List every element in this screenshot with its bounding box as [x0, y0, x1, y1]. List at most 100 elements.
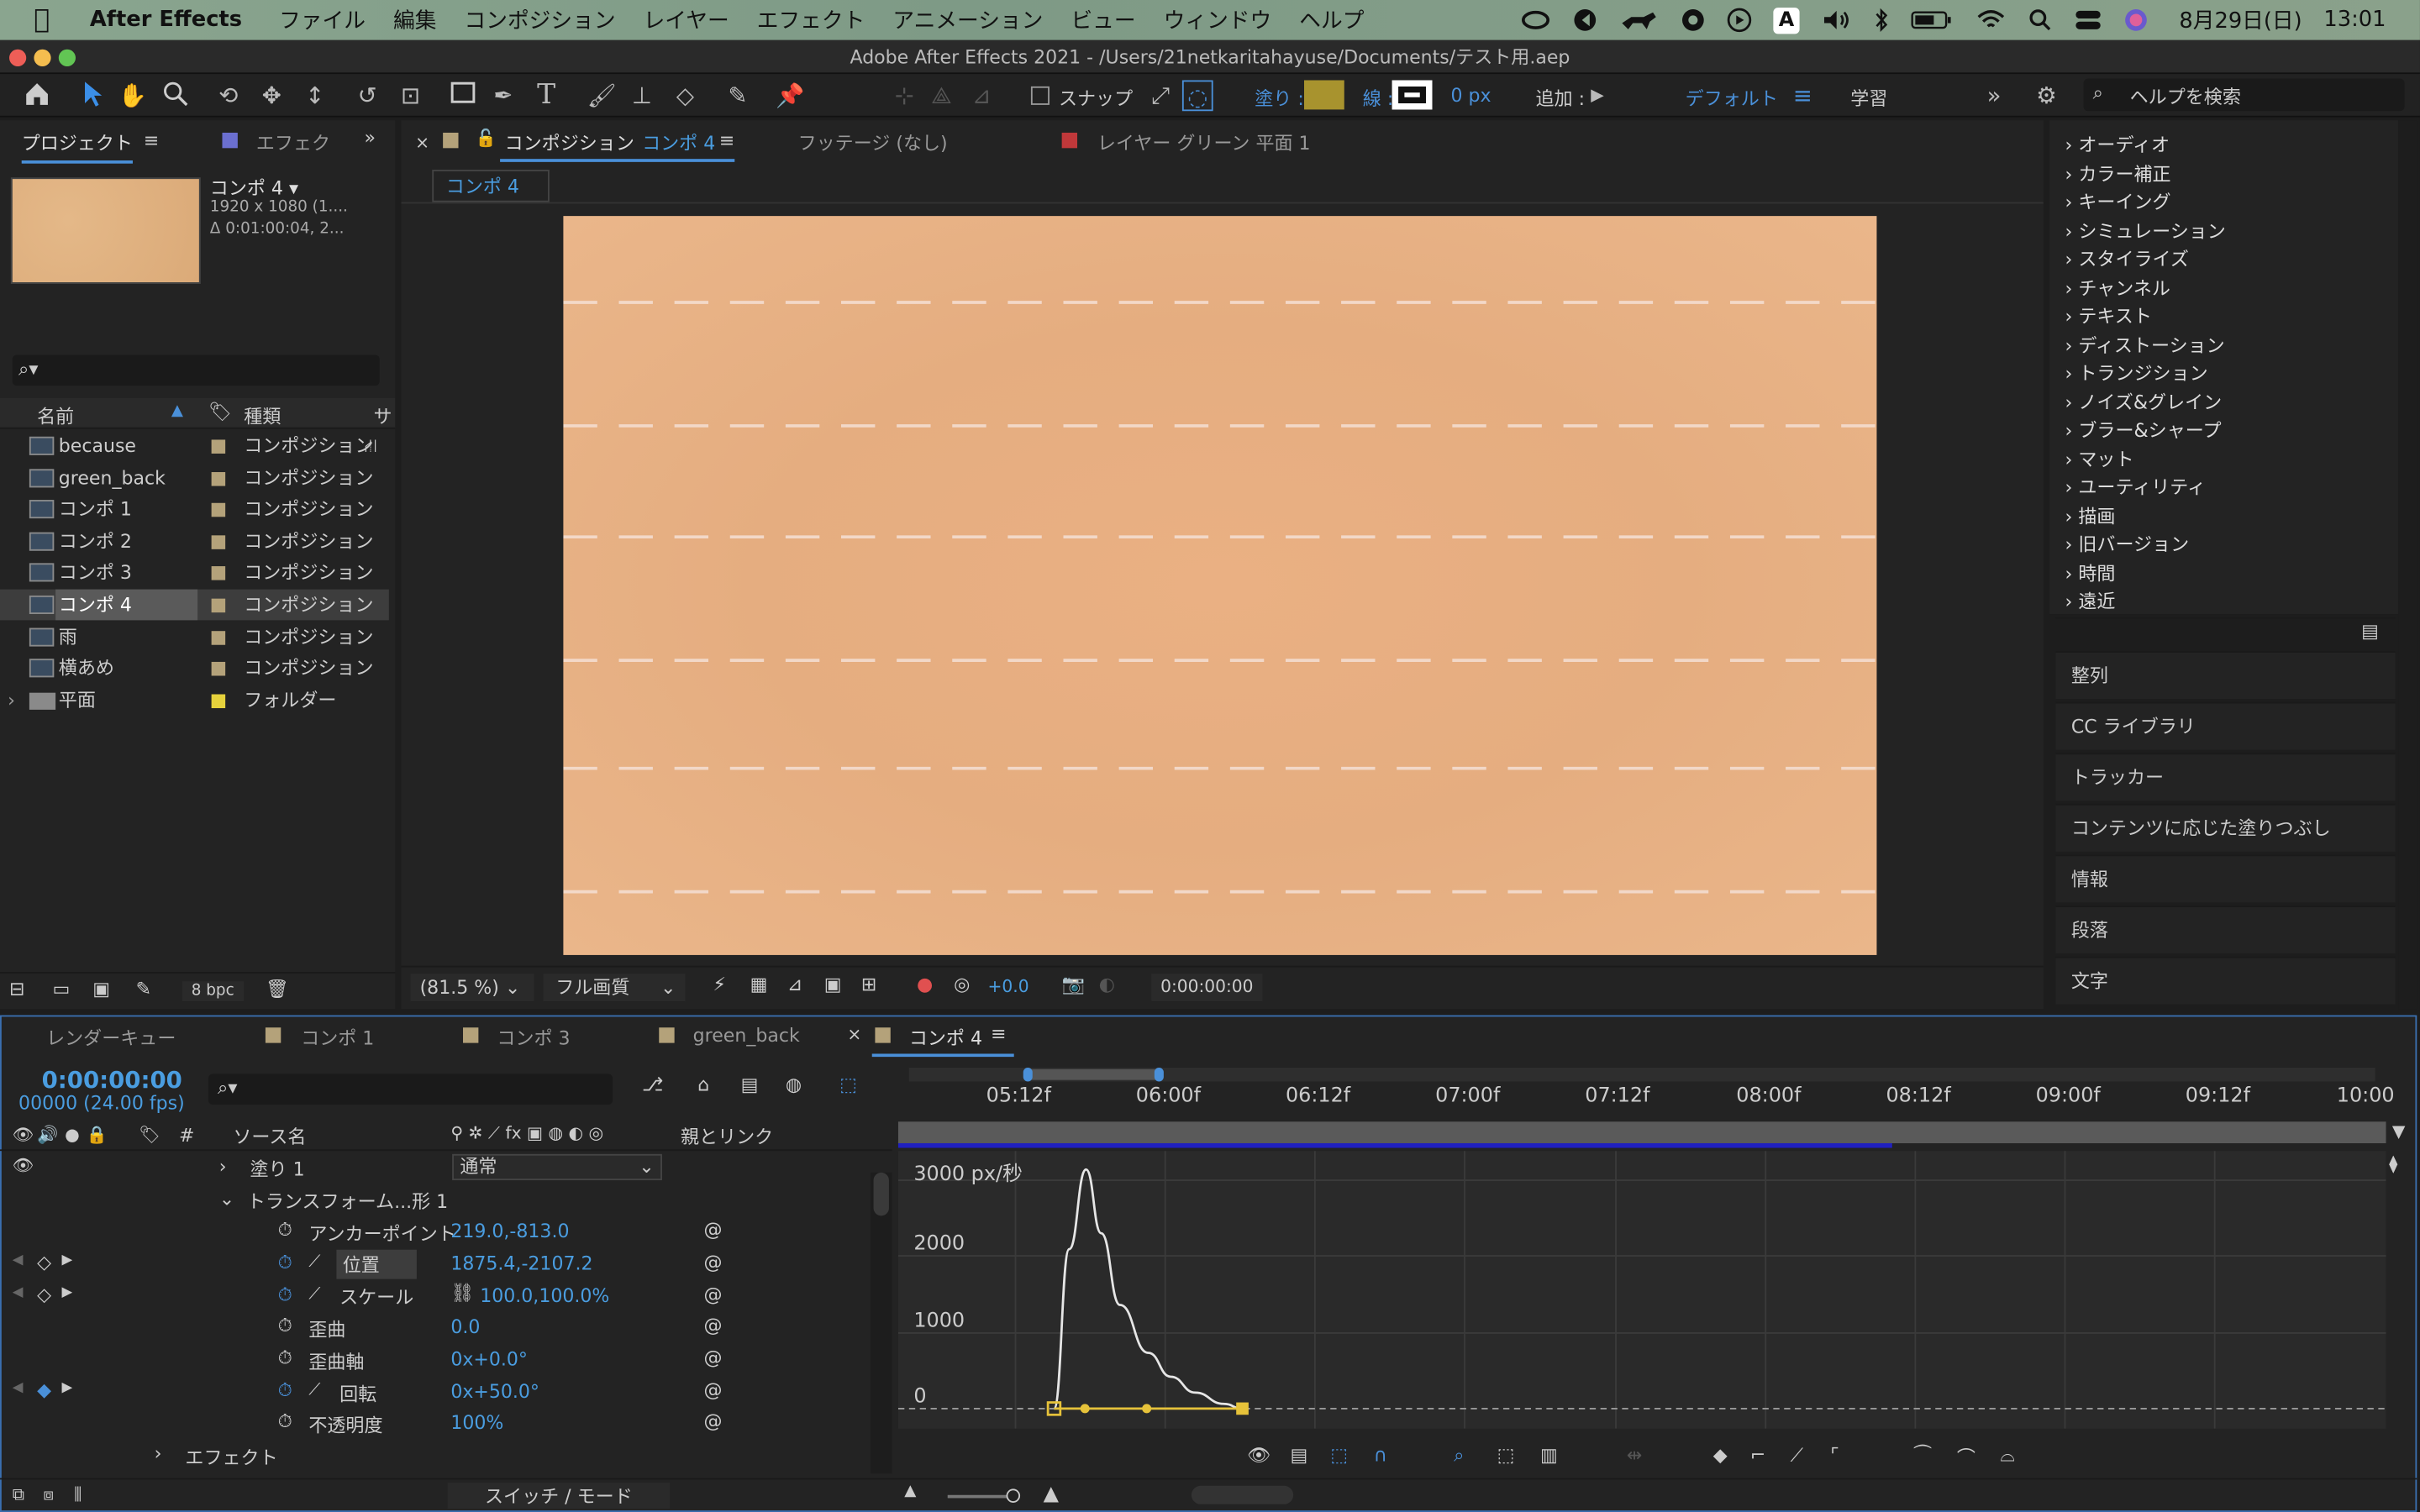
prev-keyframe-icon[interactable]: ◀ [13, 1252, 24, 1268]
exposure-value[interactable]: +0.0 [987, 977, 1028, 997]
spotlight-search-icon[interactable] [2028, 8, 2052, 32]
disclosure-triangle-icon[interactable]: › [219, 1156, 227, 1178]
mask-feather-icon[interactable]: ◌ [1181, 80, 1213, 112]
fit-selection-icon[interactable]: ⬚ [1497, 1444, 1515, 1466]
current-time-display[interactable]: 0:00:00:00 [42, 1066, 182, 1094]
stopwatch-active-icon[interactable]: ⏱ [278, 1379, 292, 1403]
col-name[interactable]: 名前 [37, 402, 74, 428]
graph-editor-icon[interactable]: ⬚ [839, 1074, 857, 1095]
project-search-input[interactable]: ⌕▾ [12, 354, 380, 386]
solo-switch-icon[interactable]: ● [65, 1125, 80, 1145]
expand-panel-icon[interactable]: » [364, 127, 375, 149]
project-item[interactable]: コンポ 2 コンポジション [0, 526, 389, 557]
pickwhip-icon[interactable]: @ [704, 1315, 723, 1336]
menubar-date[interactable]: 8月29日(日) [2179, 5, 2302, 36]
panel-content-aware-fill[interactable]: コンテンツに応じた塗りつぶし [2055, 803, 2396, 852]
dolly-camera-tool-icon[interactable]: ↕ [299, 81, 330, 112]
keyframe-end[interactable] [1236, 1402, 1249, 1415]
close-tab-icon[interactable]: × [847, 1025, 861, 1045]
property-value[interactable]: 1875.4,-2107.2 [450, 1252, 592, 1274]
panel-info[interactable]: 情報 [2055, 854, 2396, 903]
col-source-name[interactable]: ソース名 [233, 1123, 306, 1149]
fast-preview-icon[interactable]: ⚡ [713, 974, 726, 995]
new-preset-icon[interactable]: ▤ [2361, 620, 2379, 642]
disclosure-open-icon[interactable]: ⌄ [219, 1188, 234, 1210]
selection-tool-icon[interactable] [77, 81, 108, 112]
graph-options-icon[interactable]: ▤ [1290, 1444, 1307, 1466]
type-tool-icon[interactable]: T [531, 80, 562, 112]
play-circle-icon[interactable] [1727, 8, 1752, 33]
disclosure-triangle-icon[interactable]: › [8, 685, 15, 716]
close-window-button[interactable] [9, 49, 27, 66]
project-settings-icon[interactable]: ✎ [136, 978, 151, 1000]
linear-keyframe-icon[interactable]: ⟋ [1791, 1444, 1803, 1467]
rewind-icon[interactable] [1573, 8, 1597, 32]
menu-item-edit[interactable]: 編集 [393, 5, 436, 36]
hand-tool-icon[interactable]: ✋ [118, 81, 149, 112]
frame-blending-icon[interactable]: ▤ [741, 1074, 759, 1095]
eraser-tool-icon[interactable]: ◇ [670, 81, 701, 112]
menu-item-effect[interactable]: エフェクト [757, 5, 865, 36]
graph-toggle-icon[interactable]: ⟋ [308, 1379, 320, 1401]
stroke-width-value[interactable]: 0 px [1450, 85, 1491, 107]
time-navigator-thumb[interactable] [1191, 1485, 1294, 1504]
pan-camera-tool-icon[interactable]: ✥ [256, 81, 287, 112]
zoom-out-icon[interactable]: ▲ [904, 1483, 916, 1499]
col-type[interactable]: 種類 [244, 402, 281, 428]
prev-keyframe-icon[interactable]: ◀ [13, 1381, 24, 1396]
battery-icon[interactable] [1911, 9, 1954, 31]
panel-character[interactable]: 文字 [2055, 956, 2396, 1005]
easy-ease-icon[interactable]: ⏜ [1914, 1444, 1932, 1467]
comp-breadcrumb[interactable]: コンポ 4 [432, 170, 550, 202]
project-menu-icon[interactable]: ≡ [144, 129, 159, 151]
control-center-icon[interactable] [2074, 8, 2102, 32]
stopwatch-active-icon[interactable]: ⏱ [278, 1252, 292, 1275]
time-ruler[interactable]: 05:12f 06:00f 06:12f 07:00f 07:12f 08:00… [902, 1082, 2395, 1116]
close-tab-icon[interactable]: × [415, 133, 429, 153]
effect-category[interactable]: › 時間 [2065, 559, 2116, 585]
clone-stamp-tool-icon[interactable]: ⊥ [627, 81, 658, 112]
wifi-icon[interactable] [1975, 8, 2007, 32]
timeline-menu-icon[interactable]: ≡ [991, 1023, 1006, 1045]
bluetooth-icon[interactable] [1874, 8, 1889, 33]
layer-switches-icon[interactable]: ⧉ [13, 1484, 24, 1506]
easy-ease-out-icon[interactable]: ⌓ [2000, 1444, 2014, 1467]
app-menu[interactable]: After Effects [90, 8, 242, 32]
mask-visibility-icon[interactable]: ⊿ [787, 974, 802, 995]
viewer-timecode[interactable]: 0:00:00:00 [1151, 973, 1263, 1002]
pickwhip-icon[interactable]: @ [704, 1347, 723, 1368]
panel-paragraph[interactable]: 段落 [2055, 906, 2396, 954]
new-folder-icon[interactable]: ▭ [52, 978, 70, 1000]
pickwhip-icon[interactable]: @ [704, 1219, 723, 1241]
lock-switch-icon[interactable]: 🔒 [87, 1125, 108, 1145]
puppet-pin-tool-icon[interactable]: 📌 [775, 81, 806, 112]
home-icon[interactable] [22, 81, 53, 112]
property-name-highlighted[interactable]: 位置 [336, 1249, 417, 1279]
workspace-learn[interactable]: 学習 [1850, 85, 1887, 111]
menubar-time[interactable]: 13:01 [2323, 8, 2386, 32]
edit-keyframe-icon[interactable]: ◆ [1713, 1444, 1728, 1466]
layer-search-input[interactable]: ⌕▾ [208, 1074, 613, 1105]
help-search-field[interactable]: ⌕ ヘルプを検索 [2083, 78, 2405, 112]
input-source-indicator[interactable]: A [1773, 7, 1800, 34]
project-item[interactable]: 横あめ コンポジション [0, 653, 389, 684]
tab-layer[interactable]: レイヤー グリーン 平面 1 [1097, 129, 1311, 155]
property-value[interactable]: 219.0,-813.0 [450, 1221, 569, 1242]
layer-visibility-eye-icon[interactable]: 👁 [13, 1156, 34, 1176]
navigator-end-handle[interactable] [1154, 1067, 1164, 1082]
pickwhip-icon[interactable]: @ [704, 1379, 723, 1401]
pickwhip-icon[interactable]: @ [704, 1284, 723, 1305]
label-swatch[interactable] [211, 439, 226, 454]
transform-group-row[interactable]: トランスフォーム...形 1 [247, 1188, 448, 1214]
project-item[interactable]: コンポ 3 コンポジション [0, 558, 389, 589]
label-swatch[interactable] [211, 503, 226, 517]
graph-toggle-icon[interactable]: ⟋ [308, 1252, 320, 1273]
rotation-tool-icon[interactable]: ↺ [352, 81, 383, 112]
siri-icon[interactable] [2123, 8, 2148, 32]
bezier-handle[interactable] [1080, 1404, 1090, 1414]
add-property-icon[interactable]: ▶ [1582, 81, 1613, 112]
snapshot-camera-icon[interactable]: 📷 [1062, 974, 1085, 995]
label-swatch[interactable] [211, 662, 226, 676]
tab-composition-name[interactable]: コンポ 4 [642, 129, 715, 155]
stopwatch-icon[interactable]: ⏱ [278, 1315, 292, 1338]
